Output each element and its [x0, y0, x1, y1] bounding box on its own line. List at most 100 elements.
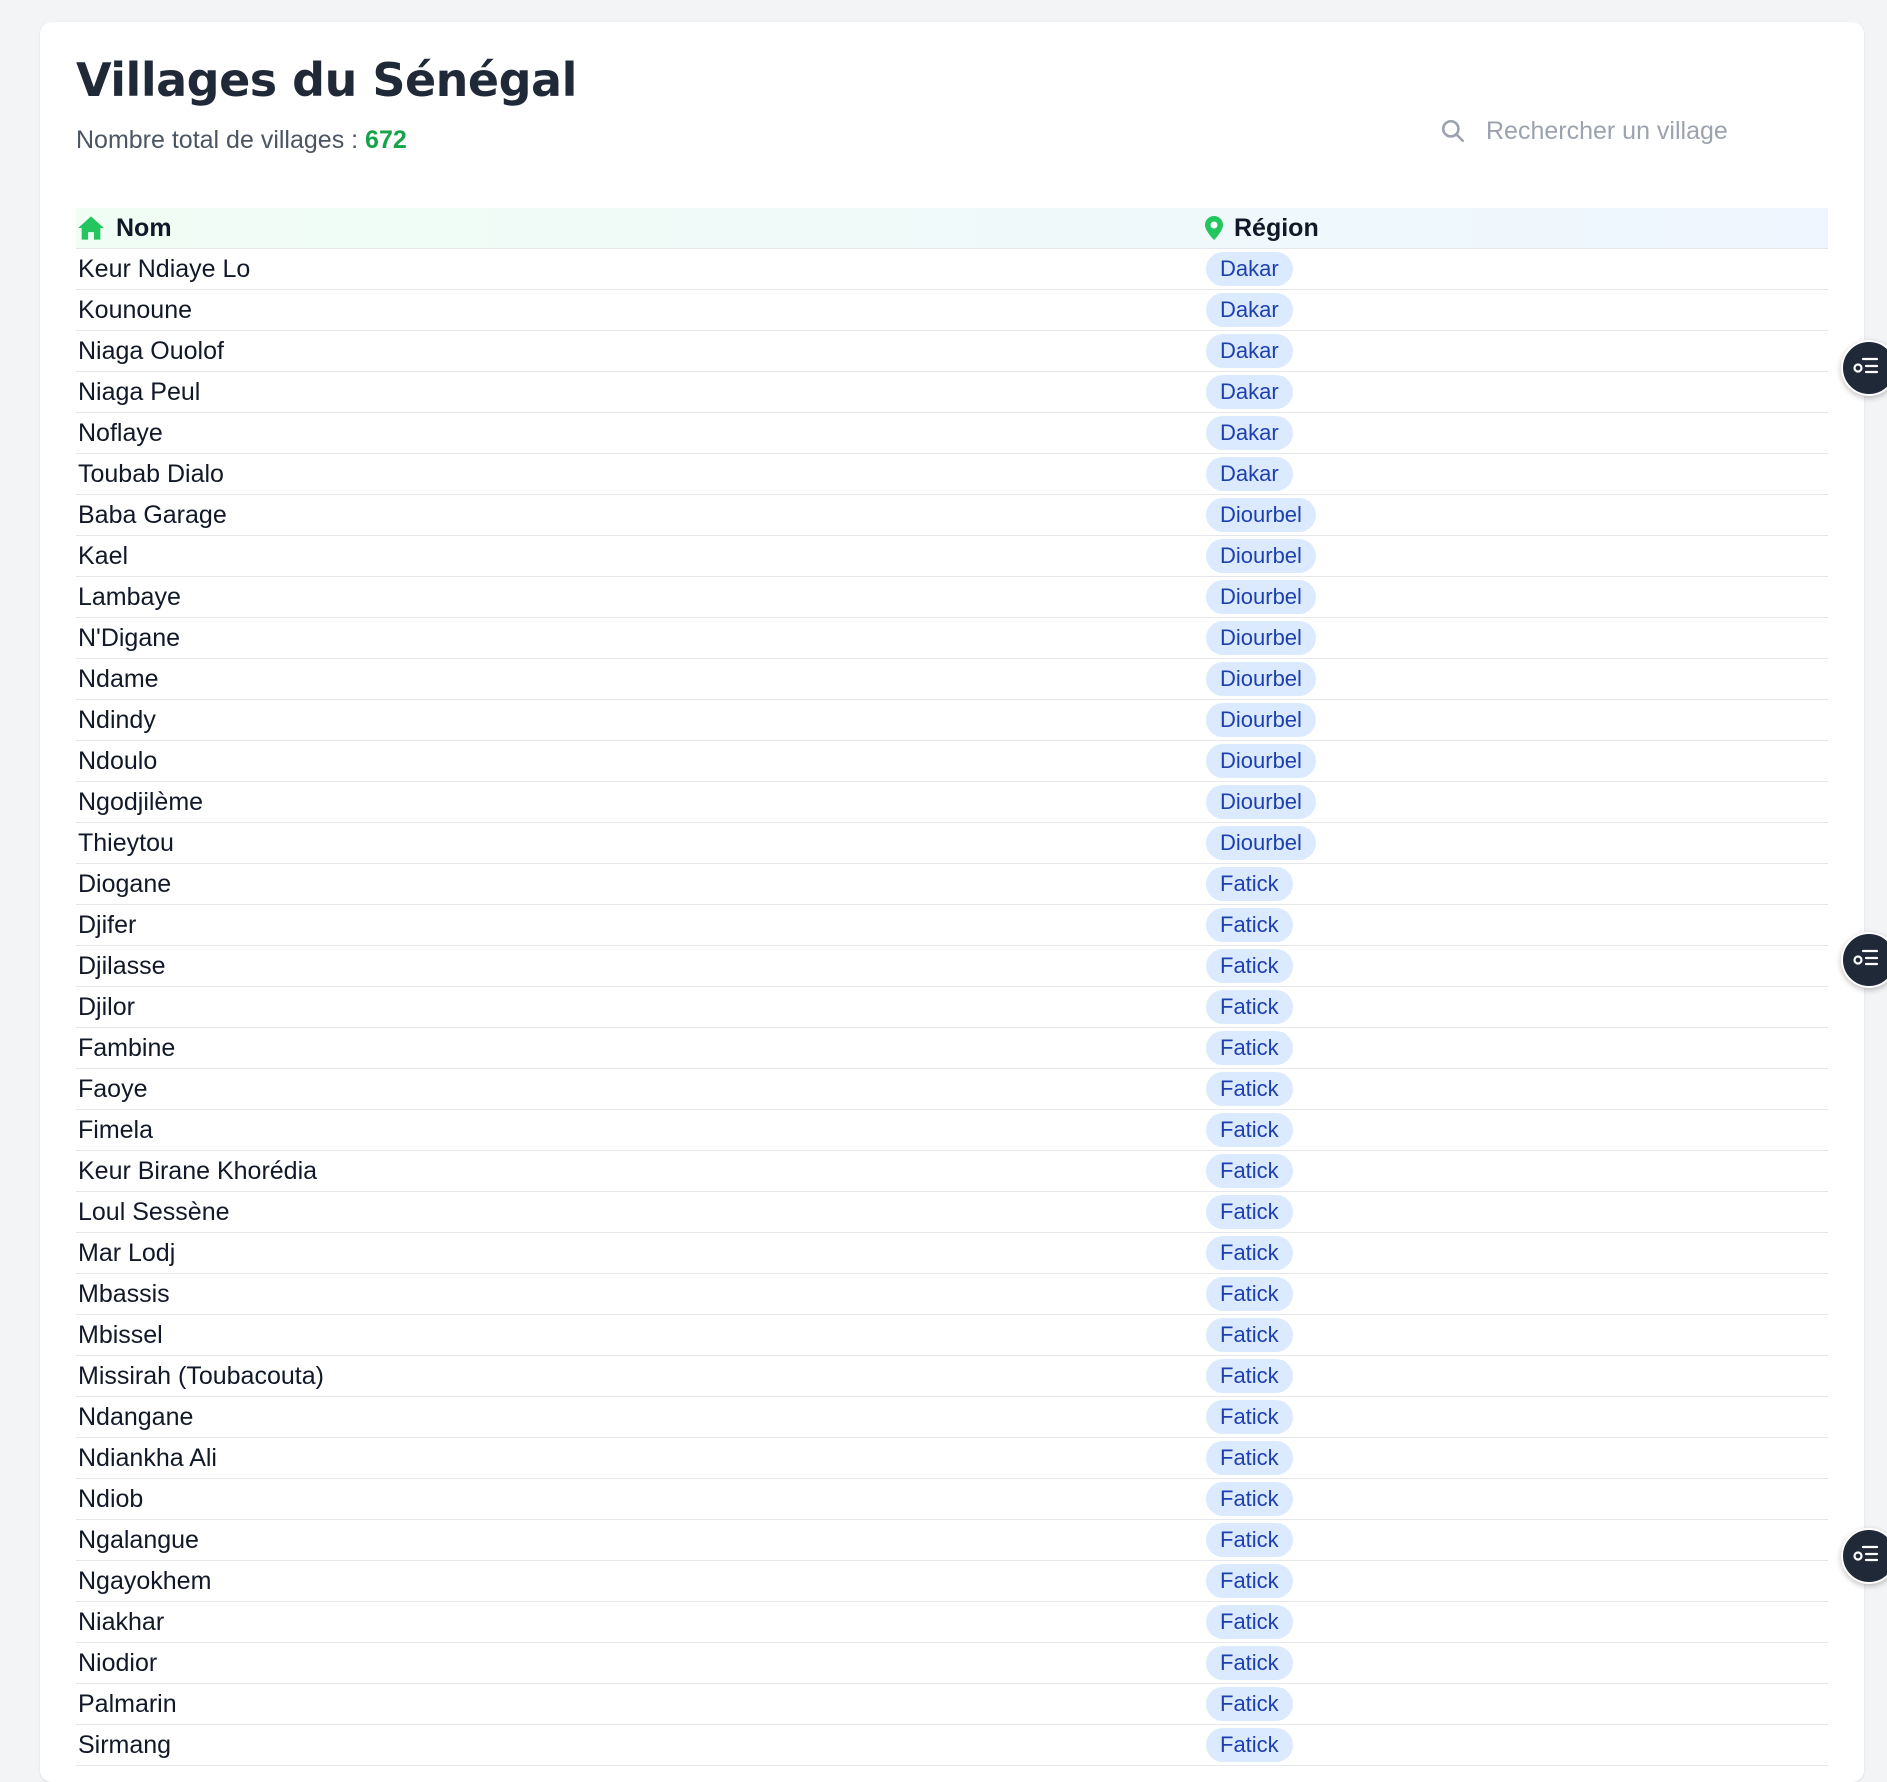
region-cell: Fatick	[1206, 1236, 1828, 1270]
village-name: Ndoulo	[78, 746, 158, 775]
village-name: Djilor	[78, 992, 135, 1021]
table-row[interactable]: Djifer Fatick	[76, 905, 1828, 946]
toggle-list-icon	[1853, 947, 1879, 974]
region-badge: Diourbel	[1206, 662, 1316, 696]
region-cell: Dakar	[1206, 334, 1828, 368]
region-badge: Dakar	[1206, 293, 1293, 327]
table-row[interactable]: Fambine Fatick	[76, 1028, 1828, 1069]
village-name: Missirah (Toubacouta)	[78, 1361, 324, 1390]
village-name: N'Digane	[78, 623, 181, 652]
table-row[interactable]: Ngayokhem Fatick	[76, 1561, 1828, 1602]
column-header-region[interactable]: Région	[1204, 213, 1828, 243]
table-row[interactable]: Kael Diourbel	[76, 536, 1828, 577]
region-badge: Fatick	[1206, 867, 1293, 901]
region-badge: Dakar	[1206, 252, 1293, 286]
region-badge: Fatick	[1206, 949, 1293, 983]
column-header-name[interactable]: Nom	[76, 213, 1204, 243]
table-row[interactable]: Ndangane Fatick	[76, 1397, 1828, 1438]
table-row[interactable]: Niaga Peul Dakar	[76, 372, 1828, 413]
region-cell: Diourbel	[1206, 580, 1828, 614]
villages-card: Villages du Sénégal Nombre total de vill…	[40, 22, 1864, 1782]
region-cell: Fatick	[1206, 1359, 1828, 1393]
region-badge: Fatick	[1206, 1523, 1293, 1557]
table-row[interactable]: Loul Sessène Fatick	[76, 1192, 1828, 1233]
region-badge: Fatick	[1206, 1646, 1293, 1680]
region-cell: Fatick	[1206, 1154, 1828, 1188]
search-box[interactable]	[1438, 106, 1828, 156]
table-row[interactable]: Baba Garage Diourbel	[76, 495, 1828, 536]
region-badge: Fatick	[1206, 1605, 1293, 1639]
table-row[interactable]: Ngalangue Fatick	[76, 1520, 1828, 1561]
search-input[interactable]	[1486, 116, 1806, 146]
village-name: Djifer	[78, 910, 137, 939]
region-badge: Diourbel	[1206, 744, 1316, 778]
region-badge: Fatick	[1206, 1687, 1293, 1721]
table-row[interactable]: Fimela Fatick	[76, 1110, 1828, 1151]
table-row[interactable]: Noflaye Dakar	[76, 413, 1828, 454]
region-cell: Diourbel	[1206, 621, 1828, 655]
table-row[interactable]: Lambaye Diourbel	[76, 577, 1828, 618]
page-title: Villages du Sénégal	[76, 53, 577, 107]
search-icon	[1438, 116, 1468, 146]
region-badge: Diourbel	[1206, 539, 1316, 573]
table-row[interactable]: Ndame Diourbel	[76, 659, 1828, 700]
region-cell: Fatick	[1206, 1031, 1828, 1065]
village-name: Niodior	[78, 1648, 158, 1677]
table-row[interactable]: N'Digane Diourbel	[76, 618, 1828, 659]
region-cell: Dakar	[1206, 375, 1828, 409]
table-row[interactable]: Mar Lodj Fatick	[76, 1233, 1828, 1274]
region-badge: Diourbel	[1206, 703, 1316, 737]
region-cell: Fatick	[1206, 1687, 1828, 1721]
table-row[interactable]: Kounoune Dakar	[76, 290, 1828, 331]
table-row[interactable]: Djilor Fatick	[76, 987, 1828, 1028]
table-row[interactable]: Keur Ndiaye Lo Dakar	[76, 249, 1828, 290]
village-name: Diogane	[78, 869, 172, 898]
table-row[interactable]: Keur Birane Khorédia Fatick	[76, 1151, 1828, 1192]
table-row[interactable]: Faoye Fatick	[76, 1069, 1828, 1110]
region-cell: Fatick	[1206, 949, 1828, 983]
village-name: Kounoune	[78, 295, 193, 324]
table-row[interactable]: Ndindy Diourbel	[76, 700, 1828, 741]
region-cell: Fatick	[1206, 1646, 1828, 1680]
toggle-list-icon	[1853, 355, 1879, 382]
table-row[interactable]: Sirmang Fatick	[76, 1725, 1828, 1766]
table-row[interactable]: Niaga Ouolof Dakar	[76, 331, 1828, 372]
village-name: Sirmang	[78, 1730, 172, 1759]
region-badge: Diourbel	[1206, 621, 1316, 655]
table-row[interactable]: Diogane Fatick	[76, 864, 1828, 905]
table-body: Keur Ndiaye Lo Dakar Kounoune Dakar Niaga Ou…	[76, 249, 1828, 1766]
region-badge: Fatick	[1206, 1072, 1293, 1106]
region-badge: Fatick	[1206, 1359, 1293, 1393]
table-row[interactable]: Palmarin Fatick	[76, 1684, 1828, 1725]
table-row[interactable]: Mbassis Fatick	[76, 1274, 1828, 1315]
village-name: Mar Lodj	[78, 1238, 176, 1267]
village-name: Thieytou	[78, 828, 174, 857]
village-name: Ndame	[78, 664, 159, 693]
region-cell: Fatick	[1206, 990, 1828, 1024]
table-row[interactable]: Missirah (Toubacouta) Fatick	[76, 1356, 1828, 1397]
village-name: Niaga Ouolof	[78, 336, 224, 365]
table-row[interactable]: Toubab Dialo Dakar	[76, 454, 1828, 495]
village-name: Toubab Dialo	[78, 459, 224, 488]
village-name: Kael	[78, 541, 129, 570]
region-cell: Dakar	[1206, 416, 1828, 450]
region-badge: Fatick	[1206, 1400, 1293, 1434]
table-row[interactable]: Thieytou Diourbel	[76, 823, 1828, 864]
toggle-list-icon	[1853, 1543, 1879, 1570]
region-cell: Diourbel	[1206, 744, 1828, 778]
table-row[interactable]: Niodior Fatick	[76, 1643, 1828, 1684]
table-row[interactable]: Djilasse Fatick	[76, 946, 1828, 987]
region-cell: Fatick	[1206, 1318, 1828, 1352]
table-row[interactable]: Ndoulo Diourbel	[76, 741, 1828, 782]
table-row[interactable]: Mbissel Fatick	[76, 1315, 1828, 1356]
region-cell: Fatick	[1206, 1564, 1828, 1598]
region-cell: Fatick	[1206, 1400, 1828, 1434]
table-row[interactable]: Ndiankha Ali Fatick	[76, 1438, 1828, 1479]
village-name: Ngayokhem	[78, 1566, 212, 1595]
region-badge: Dakar	[1206, 457, 1293, 491]
region-badge: Dakar	[1206, 334, 1293, 368]
table-row[interactable]: Niakhar Fatick	[76, 1602, 1828, 1643]
table-row[interactable]: Ndiob Fatick	[76, 1479, 1828, 1520]
village-name: Ndindy	[78, 705, 156, 734]
table-row[interactable]: Ngodjilème Diourbel	[76, 782, 1828, 823]
